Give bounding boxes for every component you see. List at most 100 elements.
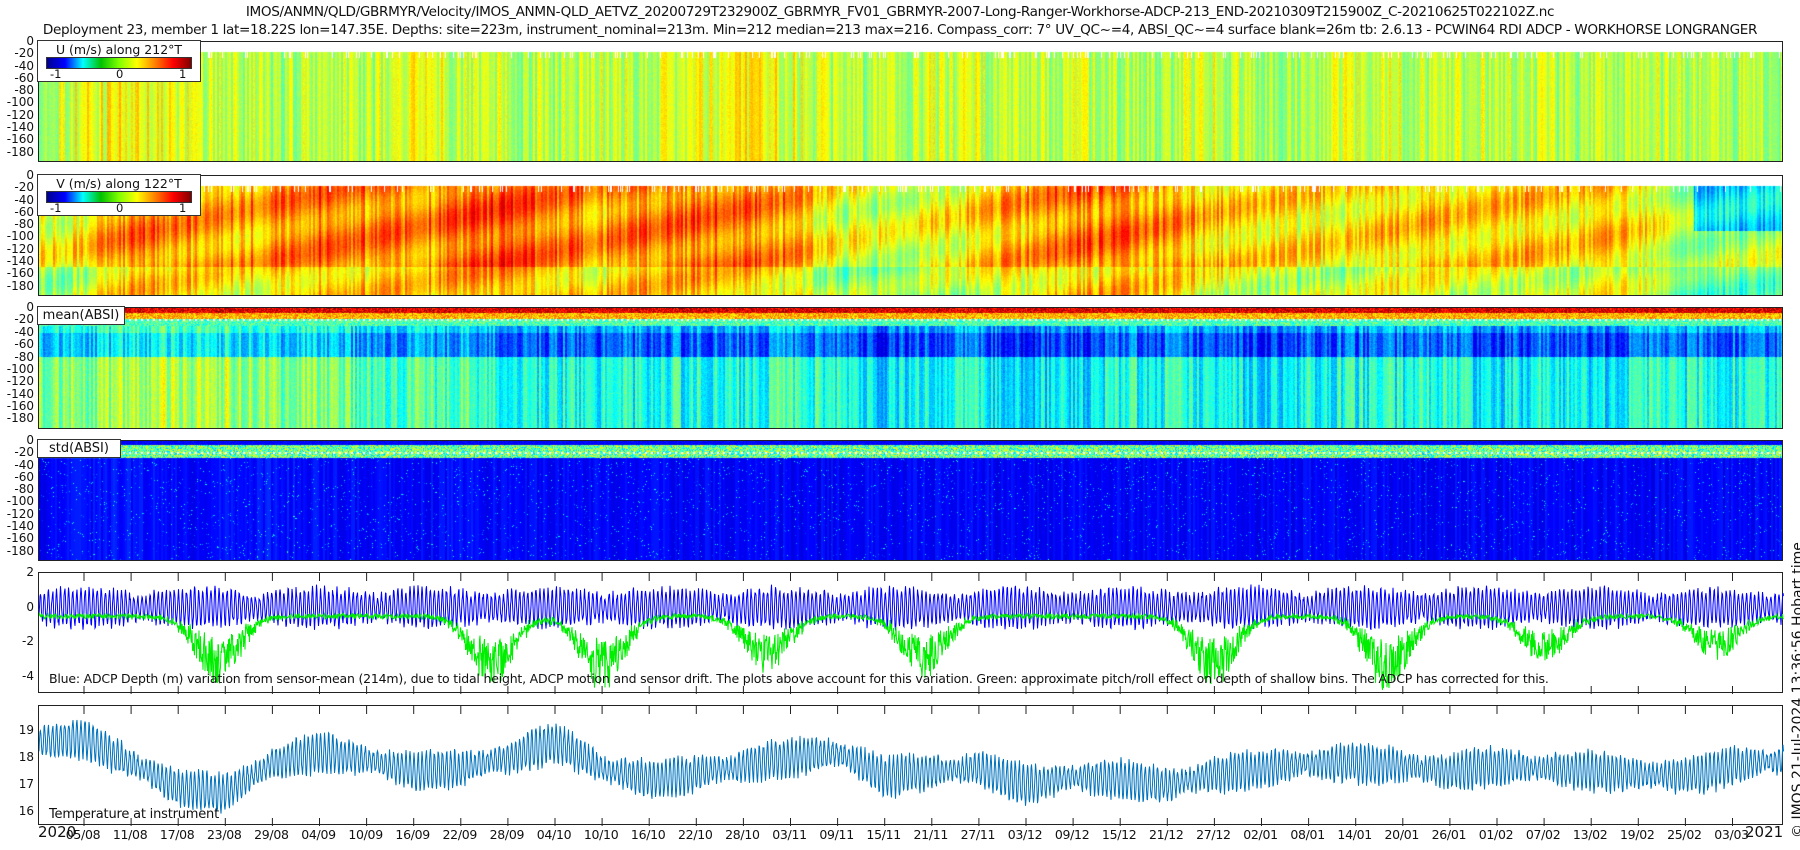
depth-variation-plot: Blue: ADCP Depth (m) variation from sens… [38,572,1784,694]
y-tick-label: -20 [14,445,34,460]
y-tick-label: -180 [6,144,34,159]
depth-variation-line [39,584,1784,631]
x-tick-label: 13/02 [1572,827,1608,842]
u-colorbar-tick: 1 [179,67,187,81]
temperature-annotation: Temperature at instrument [49,807,219,822]
y-tick-label: -60 [14,469,34,484]
y-tick-label: -2 [22,634,34,649]
y-tick-label: -100 [6,361,34,376]
x-tick-label: 11/08 [112,827,148,842]
x-tick-label: 04/09 [301,827,336,842]
y-tick-label: -140 [6,518,34,533]
y-tick-label: 16 [18,804,34,819]
x-tick-label: 27/11 [960,827,996,842]
v-colorbar-tick: 1 [179,201,187,215]
x-tick-label: 03/03 [1714,827,1749,842]
u-velocity-heatmap: U (m/s) along 212°T -1 0 1 [37,40,1783,162]
temperature-plot: Temperature at instrument [38,705,1784,826]
x-tick-label: 20/01 [1384,827,1420,842]
y-tick-label: 0 [26,168,34,182]
x-tick-label: 15/12 [1101,827,1137,842]
y-tick-label: -40 [14,324,34,339]
std-absi-label: std(ABSI) [49,441,109,456]
y-tick-label: -80 [14,482,34,497]
y-tick-label: -100 [6,229,34,244]
v-legend-title: V (m/s) along 122°T [56,176,182,191]
mean-absi-legend: mean(ABSI) [37,306,125,325]
u-colorbar-tick: 0 [116,67,124,81]
y-tick-label: -40 [14,457,34,472]
y-tick-label: 19 [18,722,34,737]
y-tick-label: -20 [14,312,34,327]
y-tick-label: -160 [6,531,34,546]
mean-absi-heatmap: mean(ABSI) [37,306,1783,429]
x-tick-label: 10/09 [348,827,383,842]
std-absi-heatmap: std(ABSI) [37,439,1783,561]
y-tick-label: 0 [26,599,34,614]
copyright-timestamp: © IMOS 21-Jul-2024 13:36:56 Hobart time [1790,542,1800,838]
x-tick-label: 29/08 [254,827,289,842]
y-tick-label: -60 [14,204,34,219]
figure-title-line2: Deployment 23, member 1 lat=18.22S lon=1… [42,22,1758,38]
y-tick-label: -40 [14,58,34,73]
y-tick-label: 0 [26,34,34,48]
x-tick-label: 23/08 [207,827,242,842]
v-velocity-cells [39,176,1782,295]
y-tick-label: 0 [26,300,34,314]
y-tick-label: -80 [14,217,34,232]
v-legend: V (m/s) along 122°T -1 0 1 [37,174,201,216]
x-tick-label: 03/11 [772,827,807,842]
y-tick-label: -100 [6,95,34,110]
x-tick-label: 03/12 [1007,827,1043,842]
x-tick-label: 10/10 [583,827,619,842]
y-tick-label: -160 [6,266,34,281]
x-tick-label: 08/01 [1290,827,1325,842]
y-tick-label: -140 [6,386,34,401]
y-tick-label: 0 [26,433,34,447]
v-colorbar-tick: -1 [50,201,62,215]
y-tick-label: -4 [22,668,34,683]
year-end-label: 2021 [1745,823,1784,841]
y-tick-label: -140 [6,119,34,134]
y-tick-label: -180 [6,543,34,558]
x-tick-label: 28/10 [725,827,760,842]
x-tick-label: 22/09 [442,827,478,842]
y-tick-label: -60 [14,337,34,352]
x-tick-label: 15/11 [866,827,901,842]
y-tick-label: -60 [14,70,34,85]
y-tick-label: 18 [18,749,34,764]
y-tick-label: -20 [14,180,34,195]
y-tick-label: -120 [6,374,34,389]
x-tick-label: 14/01 [1337,827,1372,842]
x-tick-label: 21/12 [1149,827,1184,842]
figure-title-line1: IMOS/ANMN/QLD/GBRMYR/Velocity/IMOS_ANMN-… [245,4,1555,20]
y-tick-label: -160 [6,132,34,147]
mean-absi-label: mean(ABSI) [42,308,120,323]
x-tick-label: 17/08 [159,827,195,842]
temperature-line [39,719,1784,814]
x-tick-label: 09/11 [819,827,854,842]
y-tick-label: -120 [6,241,34,256]
y-tick-label: -80 [14,349,34,364]
x-tick-label: 07/02 [1525,827,1561,842]
x-tick-label: 01/02 [1478,827,1514,842]
y-tick-label: -20 [14,46,34,61]
y-tick-label: -160 [6,399,34,414]
x-tick-label: 16/10 [630,827,666,842]
x-tick-label: 21/11 [913,827,949,842]
x-tick-label: 25/02 [1667,827,1702,842]
x-tick-label: 19/02 [1620,827,1655,842]
u-velocity-cells [39,42,1782,161]
x-tick-label: 16/09 [395,827,430,842]
std-absi-legend: std(ABSI) [37,439,121,458]
u-legend-title: U (m/s) along 212°T [55,42,183,57]
y-tick-label: -120 [6,107,34,122]
year-start-label: 2020 [38,823,77,841]
x-tick-label: 22/10 [678,827,713,842]
std-absi-cells [39,441,1782,560]
depth-annotation: Blue: ADCP Depth (m) variation from sens… [49,671,1549,686]
y-tick-label: -140 [6,253,34,268]
y-tick-label: -180 [6,278,34,293]
x-tick-label: 04/10 [536,827,572,842]
u-colorbar-tick: -1 [50,67,62,81]
